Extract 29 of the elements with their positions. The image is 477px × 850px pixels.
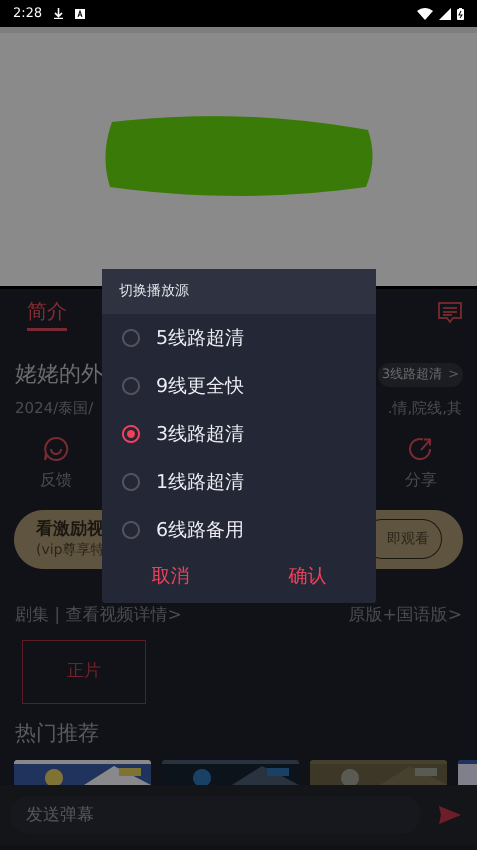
- battery-icon: [457, 8, 464, 20]
- version-link[interactable]: 原版+国语版>: [348, 602, 462, 628]
- chat-smile-icon: [43, 436, 69, 462]
- tab[interactable]: 简介: [27, 297, 67, 331]
- share-icon: [408, 436, 434, 462]
- video-title: 姥姥的外: [15, 361, 103, 389]
- source-option[interactable]: 5线路超清: [102, 314, 376, 362]
- dialog-title: 切换播放源: [119, 282, 189, 301]
- section-title: 热门推荐: [14, 720, 100, 747]
- send-icon[interactable]: [439, 806, 461, 824]
- source-option[interactable]: 3线路超清: [102, 410, 376, 458]
- comment-icon[interactable]: [438, 302, 462, 324]
- danmaku-field[interactable]: 发送弹幕: [10, 796, 421, 834]
- signal-icon: [439, 8, 451, 20]
- keyboard-a-icon: [75, 8, 86, 18]
- episode-button[interactable]: 正片: [22, 640, 146, 704]
- source-option[interactable]: 9线更全快: [102, 362, 376, 410]
- cancel-button[interactable]: 取消: [140, 558, 202, 594]
- source-badge[interactable]: 3线路超清 >: [378, 362, 463, 386]
- meta-text: 2024/泰国/: [15, 398, 94, 419]
- status-time: 2:28: [13, 4, 42, 23]
- action-button[interactable]: 反馈: [40, 436, 72, 492]
- action-button[interactable]: 分享: [405, 436, 437, 492]
- confirm-button[interactable]: 确认: [276, 558, 338, 594]
- wifi-icon: [417, 8, 433, 20]
- download-icon: [54, 8, 64, 19]
- meta-text: .情,院线,其: [388, 398, 462, 419]
- episodes-link[interactable]: 剧集 | 查看视频详情>: [15, 602, 182, 628]
- source-option[interactable]: 1线路超清: [102, 458, 376, 506]
